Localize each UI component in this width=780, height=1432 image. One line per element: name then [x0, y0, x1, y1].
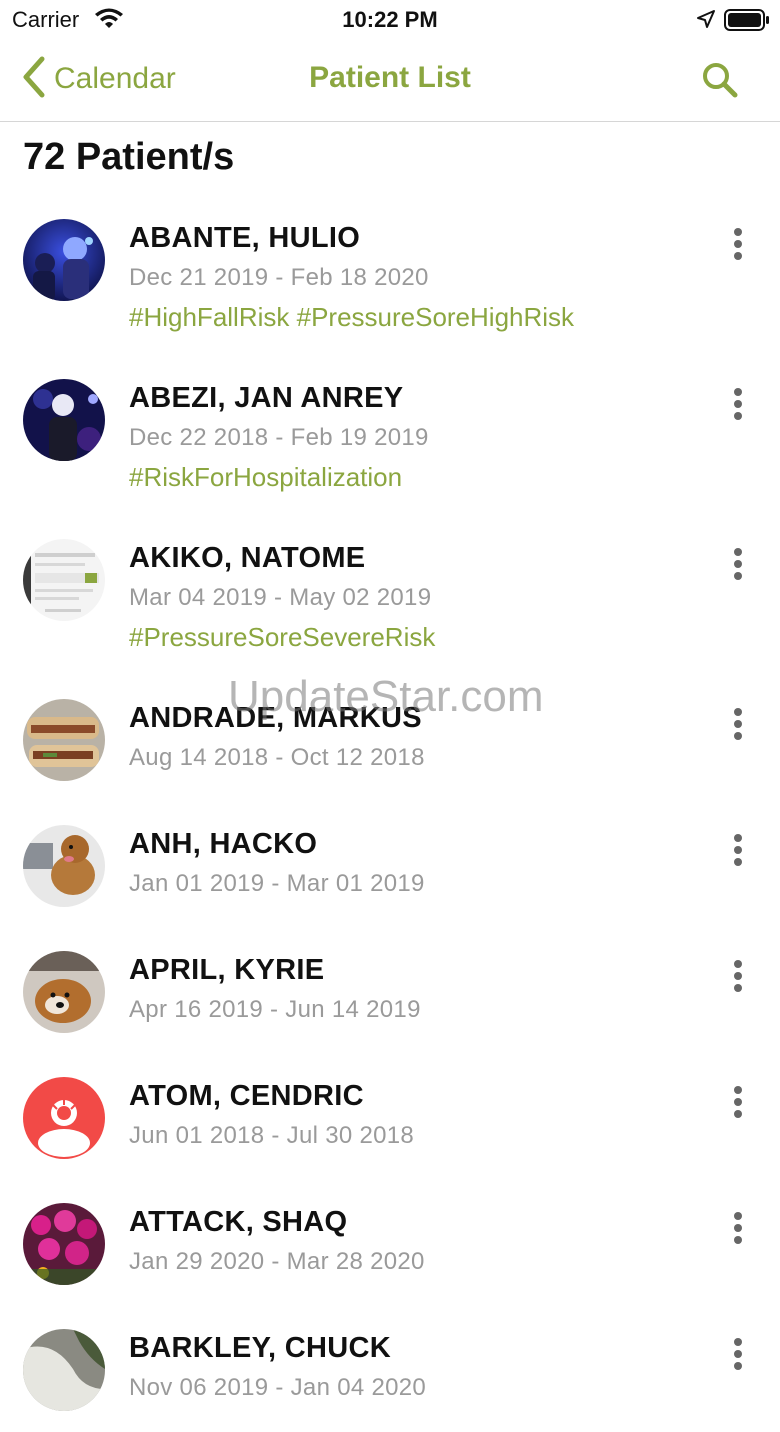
patient-row[interactable]: APRIL, KYRIE Apr 16 2019 - Jun 14 2019 — [0, 928, 780, 1054]
dot — [734, 984, 742, 992]
avatar — [23, 1203, 105, 1285]
location-arrow-icon — [696, 9, 716, 34]
patient-name: ABEZI, JAN ANREY — [129, 382, 404, 414]
status-bar: Carrier 10:22 PM — [0, 0, 780, 40]
more-options-button[interactable] — [724, 548, 752, 586]
patient-dates: Aug 14 2018 - Oct 12 2018 — [129, 744, 425, 771]
patient-row[interactable]: ATTACK, SHAQ Jan 29 2020 - Mar 28 2020 — [0, 1180, 780, 1306]
avatar — [23, 379, 105, 461]
more-options-button[interactable] — [724, 1212, 752, 1250]
patient-name: ATOM, CENDRIC — [129, 1080, 364, 1112]
patient-dates: Apr 16 2019 - Jun 14 2019 — [129, 996, 421, 1023]
dot — [734, 732, 742, 740]
dot — [734, 560, 742, 568]
more-options-button[interactable] — [724, 834, 752, 872]
more-options-button[interactable] — [724, 960, 752, 998]
patient-row[interactable]: ABANTE, HULIO Dec 21 2019 - Feb 18 2020 … — [0, 196, 780, 356]
dot — [734, 572, 742, 580]
patient-row[interactable]: AKIKO, NATOME Mar 04 2019 - May 02 2019 … — [0, 516, 780, 676]
avatar — [23, 1329, 105, 1411]
page-title: Patient List — [309, 61, 471, 94]
patient-dates: Dec 22 2018 - Feb 19 2019 — [129, 424, 429, 451]
patient-dates: Jun 01 2018 - Jul 30 2018 — [129, 1122, 415, 1149]
dot — [734, 240, 742, 248]
dot — [734, 548, 742, 556]
avatar — [23, 1077, 105, 1159]
dot — [734, 972, 742, 980]
watermark: UpdateStar.com — [228, 672, 544, 721]
dot — [734, 720, 742, 728]
patient-dates: Jan 01 2019 - Mar 01 2019 — [129, 870, 425, 897]
dot — [734, 252, 742, 260]
dot — [734, 1098, 742, 1106]
patient-name: ABANTE, HULIO — [129, 222, 361, 254]
patient-tags: #RiskForHospitalization — [129, 462, 403, 492]
patient-count: 72 Patient/s — [23, 136, 235, 178]
more-options-button[interactable] — [724, 388, 752, 426]
patient-name: APRIL, KYRIE — [129, 954, 325, 986]
patient-name: ANH, HACKO — [129, 828, 318, 860]
battery-icon — [724, 9, 770, 36]
patient-row[interactable]: BARKLEY, CHUCK Nov 06 2019 - Jan 04 2020 — [0, 1306, 780, 1432]
more-options-button[interactable] — [724, 1338, 752, 1376]
dot — [734, 388, 742, 396]
navigation-bar: Calendar Patient List — [0, 40, 780, 122]
avatar — [23, 219, 105, 301]
avatar — [23, 825, 105, 907]
dot — [734, 1350, 742, 1358]
dot — [734, 1236, 742, 1244]
dot — [734, 412, 742, 420]
dot — [734, 1362, 742, 1370]
search-button[interactable] — [700, 60, 740, 100]
patient-row[interactable]: ABEZI, JAN ANREY Dec 22 2018 - Feb 19 20… — [0, 356, 780, 516]
dot — [734, 858, 742, 866]
dot — [734, 846, 742, 854]
patient-row[interactable]: ANH, HACKO Jan 01 2019 - Mar 01 2019 — [0, 802, 780, 928]
dot — [734, 1110, 742, 1118]
patient-name: ATTACK, SHAQ — [129, 1206, 348, 1238]
avatar — [23, 699, 105, 781]
clock: 10:22 PM — [342, 7, 438, 32]
dot — [734, 400, 742, 408]
patient-dates: Mar 04 2019 - May 02 2019 — [129, 584, 432, 611]
patient-tags: #PressureSoreSevereRisk — [129, 622, 436, 652]
dot — [734, 1212, 742, 1220]
dot — [734, 1224, 742, 1232]
avatar — [23, 951, 105, 1033]
more-options-button[interactable] — [724, 708, 752, 746]
more-options-button[interactable] — [724, 1086, 752, 1124]
dot — [734, 708, 742, 716]
patient-dates: Dec 21 2019 - Feb 18 2020 — [129, 264, 429, 291]
patient-row[interactable]: ATOM, CENDRIC Jun 01 2018 - Jul 30 2018 — [0, 1054, 780, 1180]
patient-dates: Jan 29 2020 - Mar 28 2020 — [129, 1248, 425, 1275]
patient-tags: #HighFallRisk #PressureSoreHighRisk — [129, 302, 575, 332]
dot — [734, 834, 742, 842]
patient-name: AKIKO, NATOME — [129, 542, 366, 574]
more-options-button[interactable] — [724, 228, 752, 266]
dot — [734, 1086, 742, 1094]
dot — [734, 1338, 742, 1346]
search-icon — [700, 63, 740, 104]
dot — [734, 960, 742, 968]
patient-dates: Nov 06 2019 - Jan 04 2020 — [129, 1374, 427, 1401]
patient-name: BARKLEY, CHUCK — [129, 1332, 391, 1364]
patient-list: ABANTE, HULIO Dec 21 2019 - Feb 18 2020 … — [0, 196, 780, 1432]
avatar — [23, 539, 105, 621]
dot — [734, 228, 742, 236]
